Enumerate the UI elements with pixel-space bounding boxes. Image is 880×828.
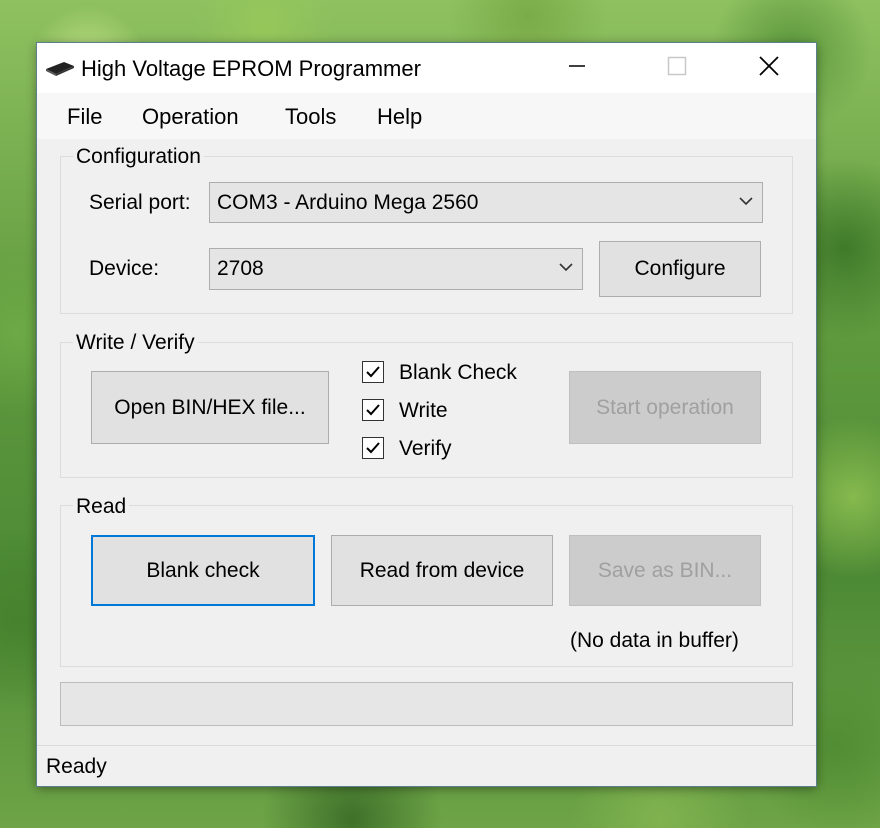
blank-check-label: Blank Check	[399, 361, 517, 384]
minimize-icon	[569, 65, 585, 67]
save-as-bin-button[interactable]: Save as BIN...	[569, 535, 761, 606]
device-label: Device:	[89, 257, 160, 280]
configuration-group-label: Configuration	[73, 145, 204, 169]
maximize-button[interactable]	[651, 43, 703, 89]
serial-port-value: COM3 - Arduino Mega 2560	[217, 191, 479, 214]
serial-port-select[interactable]: COM3 - Arduino Mega 2560	[209, 182, 763, 223]
blank-check-checkbox[interactable]	[362, 361, 384, 383]
status-bar: Ready	[37, 745, 816, 786]
menu-operation[interactable]: Operation	[142, 104, 239, 130]
status-text: Ready	[46, 755, 107, 778]
configure-button[interactable]: Configure	[599, 241, 761, 297]
maximize-icon	[667, 56, 687, 76]
minimize-button[interactable]	[551, 43, 603, 89]
device-value: 2708	[217, 257, 264, 280]
window-title: High Voltage EPROM Programmer	[81, 56, 421, 81]
close-icon	[759, 56, 779, 76]
write-verify-group-label: Write / Verify	[73, 331, 198, 355]
checkmark-icon	[366, 366, 380, 378]
chip-icon	[46, 62, 74, 76]
title-bar[interactable]: High Voltage EPROM Programmer	[37, 43, 816, 93]
close-button[interactable]	[743, 43, 795, 89]
menu-tools[interactable]: Tools	[285, 104, 336, 130]
device-select[interactable]: 2708	[209, 248, 583, 290]
open-file-button[interactable]: Open BIN/HEX file...	[91, 371, 329, 444]
verify-label: Verify	[399, 437, 452, 460]
menu-bar: File Operation Tools Help	[37, 93, 816, 139]
write-label: Write	[399, 399, 448, 422]
read-group-label: Read	[73, 495, 130, 519]
chevron-down-icon	[559, 263, 573, 272]
checkmark-icon	[366, 404, 380, 416]
start-operation-button[interactable]: Start operation	[569, 371, 761, 444]
menu-file[interactable]: File	[67, 104, 102, 130]
menu-help[interactable]: Help	[377, 104, 422, 130]
read-from-device-button[interactable]: Read from device	[331, 535, 553, 606]
blank-check-button[interactable]: Blank check	[91, 535, 315, 606]
chevron-down-icon	[739, 197, 753, 206]
buffer-status-text: (No data in buffer)	[570, 629, 739, 652]
app-window: High Voltage EPROM Programmer File Opera…	[37, 43, 816, 786]
serial-port-label: Serial port:	[89, 191, 191, 214]
verify-checkbox[interactable]	[362, 437, 384, 459]
progress-bar	[60, 682, 793, 726]
write-checkbox[interactable]	[362, 399, 384, 421]
checkmark-icon	[366, 442, 380, 454]
